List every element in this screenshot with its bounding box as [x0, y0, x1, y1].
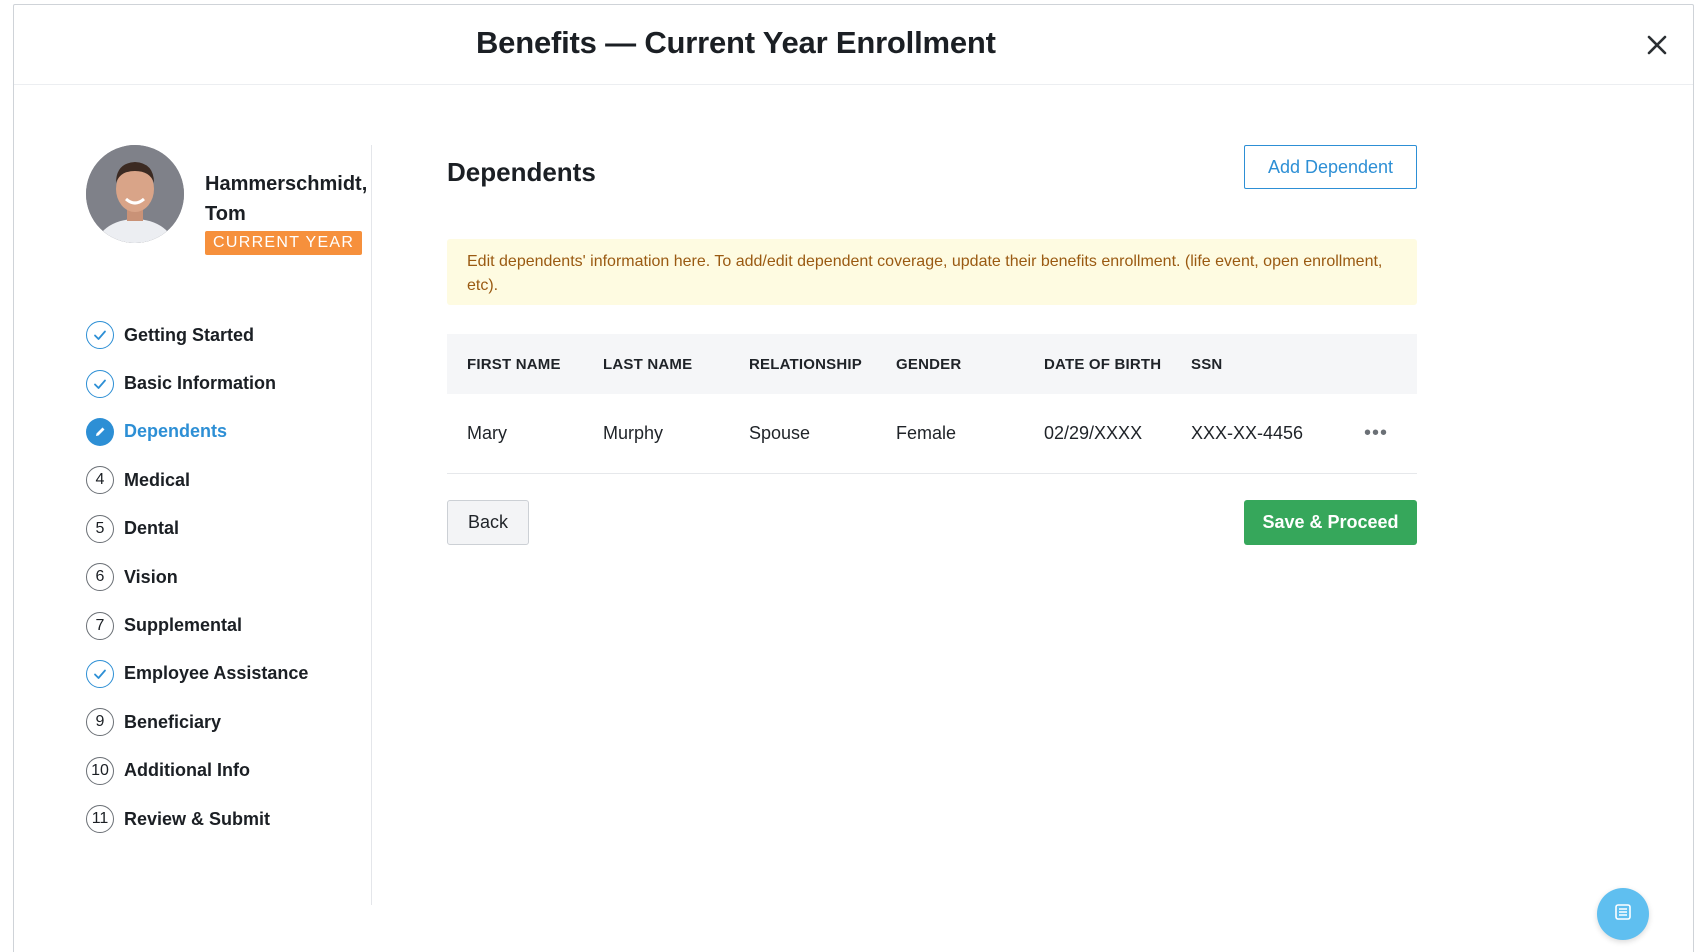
step-beneficiary[interactable]: 9 Beneficiary — [86, 698, 308, 746]
step-number: 4 — [86, 466, 114, 495]
pencil-icon — [86, 417, 114, 446]
cell-relationship: Spouse — [749, 423, 811, 443]
enrollment-modal: Benefits — Current Year Enrollment Hamme… — [13, 4, 1694, 952]
column-header-ssn: SSN — [1191, 355, 1223, 373]
step-label: Dependents — [124, 421, 228, 442]
back-button[interactable]: Back — [447, 500, 529, 545]
step-dependents[interactable]: Dependents — [86, 408, 308, 456]
table-header: FIRST NAME LAST NAME RELATIONSHIP GENDER… — [447, 334, 1417, 394]
cell-gender: Female — [896, 423, 957, 443]
cell-date-of-birth: 02/29/XXXX — [1044, 423, 1143, 443]
check-icon — [86, 659, 114, 688]
step-label: Additional Info — [124, 760, 250, 781]
status-badge: CURRENT YEAR — [205, 231, 363, 255]
step-label: Dental — [124, 518, 180, 539]
step-number: 10 — [86, 756, 114, 785]
modal-title: Benefits — Current Year Enrollment — [476, 25, 996, 60]
step-number: 5 — [86, 514, 114, 543]
step-label: Vision — [124, 566, 178, 587]
sidebar: Hammerschmidt, Tom CURRENT YEAR Getting … — [14, 145, 372, 905]
step-employee-assistance[interactable]: Employee Assistance — [86, 650, 308, 698]
column-header-date-of-birth: DATE OF BIRTH — [1044, 355, 1162, 373]
table-row: Mary Murphy Spouse Female 02/29/XXXX XXX… — [447, 394, 1417, 474]
info-notice: Edit dependents' information here. To ad… — [447, 239, 1417, 305]
close-icon[interactable] — [1645, 33, 1669, 57]
check-icon — [86, 369, 114, 398]
step-additional-info[interactable]: 10 Additional Info — [86, 747, 308, 795]
step-vision[interactable]: 6 Vision — [86, 553, 308, 601]
step-number: 7 — [86, 611, 114, 640]
step-medical[interactable]: 4 Medical — [86, 456, 308, 504]
check-icon — [86, 321, 114, 350]
step-number: 9 — [86, 708, 114, 737]
step-number: 11 — [86, 805, 114, 834]
column-header-relationship: RELATIONSHIP — [749, 355, 862, 373]
step-label: Getting Started — [124, 324, 255, 345]
step-getting-started[interactable]: Getting Started — [86, 311, 308, 359]
step-basic-information[interactable]: Basic Information — [86, 359, 308, 407]
step-review-submit[interactable]: 11 Review & Submit — [86, 795, 308, 843]
step-number: 6 — [86, 563, 114, 592]
cell-ssn: XXX-XX-4456 — [1191, 423, 1304, 443]
column-header-last-name: LAST NAME — [603, 355, 693, 373]
step-label: Medical — [124, 469, 191, 490]
step-list: Getting Started Basic Information Depend… — [86, 311, 308, 843]
step-label: Employee Assistance — [124, 663, 309, 684]
employee-last-name: Hammerschmidt, — [205, 173, 368, 195]
help-chat-button[interactable] — [1597, 888, 1649, 940]
more-options-icon[interactable]: ••• — [1364, 422, 1417, 445]
column-header-gender: GENDER — [896, 355, 962, 373]
step-dental[interactable]: 5 Dental — [86, 505, 308, 553]
avatar — [86, 145, 184, 243]
page-title: Dependents — [447, 157, 596, 187]
step-label: Supplemental — [124, 615, 243, 636]
cell-first-name: Mary — [467, 423, 507, 443]
step-supplemental[interactable]: 7 Supplemental — [86, 601, 308, 649]
step-label: Beneficiary — [124, 711, 222, 732]
step-label: Review & Submit — [124, 808, 271, 829]
add-dependent-button[interactable]: Add Dependent — [1244, 145, 1417, 189]
dependents-table: FIRST NAME LAST NAME RELATIONSHIP GENDER… — [447, 334, 1417, 474]
cell-last-name: Murphy — [603, 423, 664, 443]
employee-name: Hammerschmidt, Tom — [205, 169, 375, 229]
list-icon — [1613, 902, 1633, 927]
save-proceed-button[interactable]: Save & Proceed — [1244, 500, 1417, 545]
employee-first-name: Tom — [205, 203, 246, 225]
modal-header: Benefits — Current Year Enrollment — [14, 5, 1693, 85]
column-header-first-name: FIRST NAME — [467, 355, 561, 373]
step-label: Basic Information — [124, 373, 277, 394]
